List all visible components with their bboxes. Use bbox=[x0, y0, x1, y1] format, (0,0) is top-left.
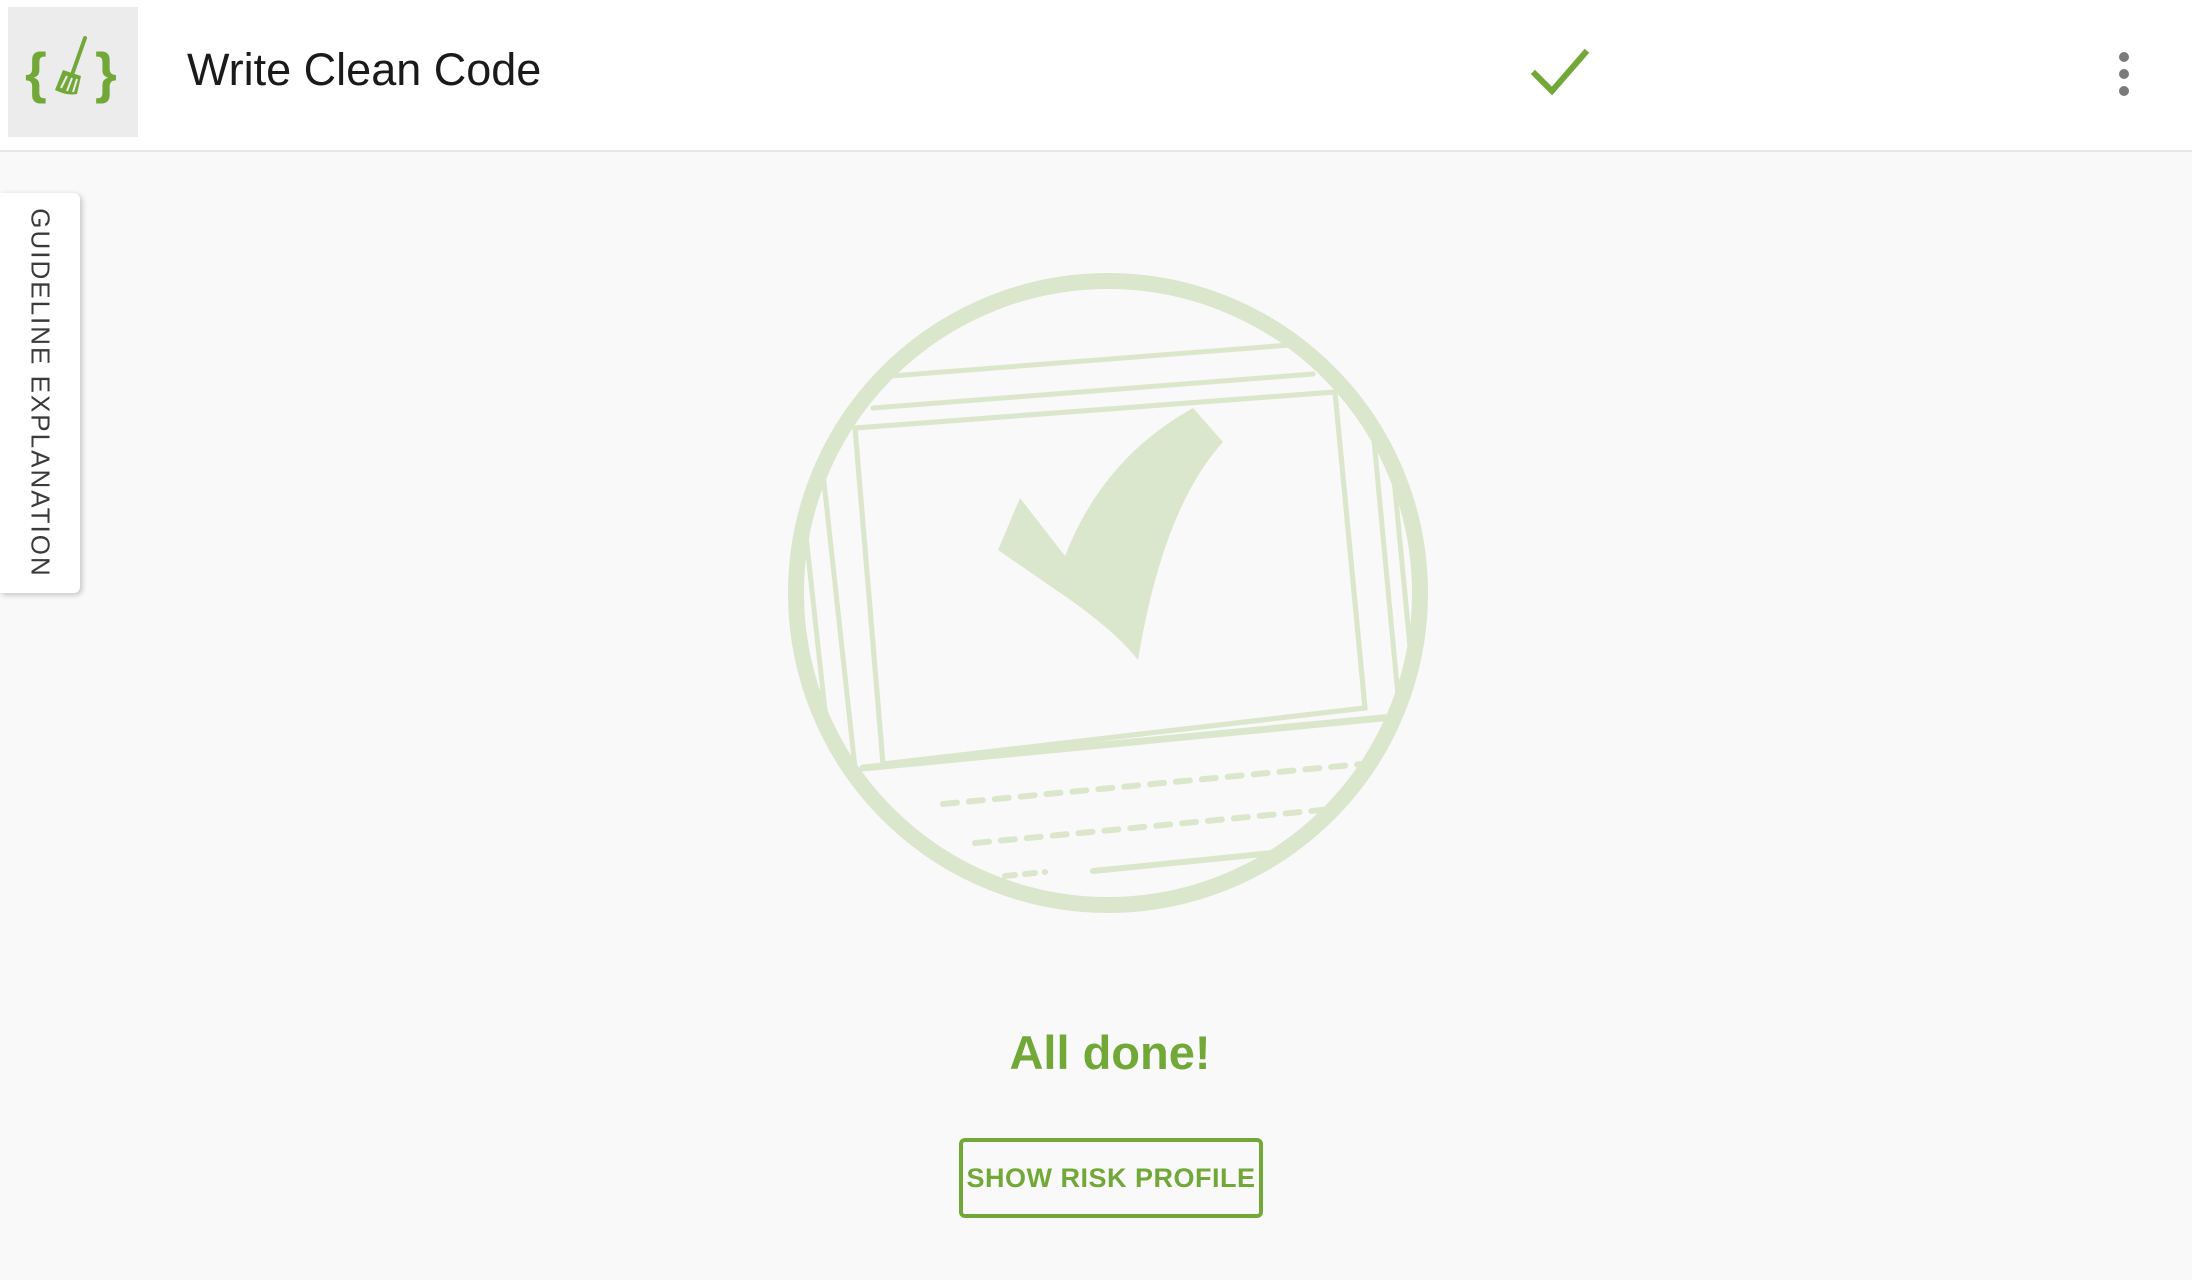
logo-icon: { } bbox=[8, 7, 138, 137]
page-title: Write Clean Code bbox=[187, 44, 542, 95]
more-vertical-icon[interactable] bbox=[2104, 44, 2144, 104]
laptop-checkmark-icon bbox=[788, 273, 1428, 913]
app-window: { } Write Clean Code GUIDELINE EXPLANATI… bbox=[0, 0, 2192, 1280]
show-risk-profile-button[interactable]: SHOW RISK PROFILE bbox=[959, 1138, 1263, 1218]
svg-text:{: { bbox=[25, 41, 47, 104]
menu-dot bbox=[2119, 52, 2129, 62]
status-message: All done! bbox=[1009, 1026, 1211, 1079]
svg-text:}: } bbox=[95, 41, 117, 104]
guideline-explanation-tab[interactable]: GUIDELINE EXPLANATION bbox=[0, 193, 80, 593]
menu-dot bbox=[2119, 86, 2129, 96]
side-tab-label: GUIDELINE EXPLANATION bbox=[25, 208, 56, 578]
checkmark-icon[interactable] bbox=[1530, 46, 1590, 98]
header-bar: { } Write Clean Code bbox=[0, 0, 2192, 152]
curly-braces-broom-icon: { } bbox=[25, 36, 117, 104]
menu-dot bbox=[2119, 69, 2129, 79]
